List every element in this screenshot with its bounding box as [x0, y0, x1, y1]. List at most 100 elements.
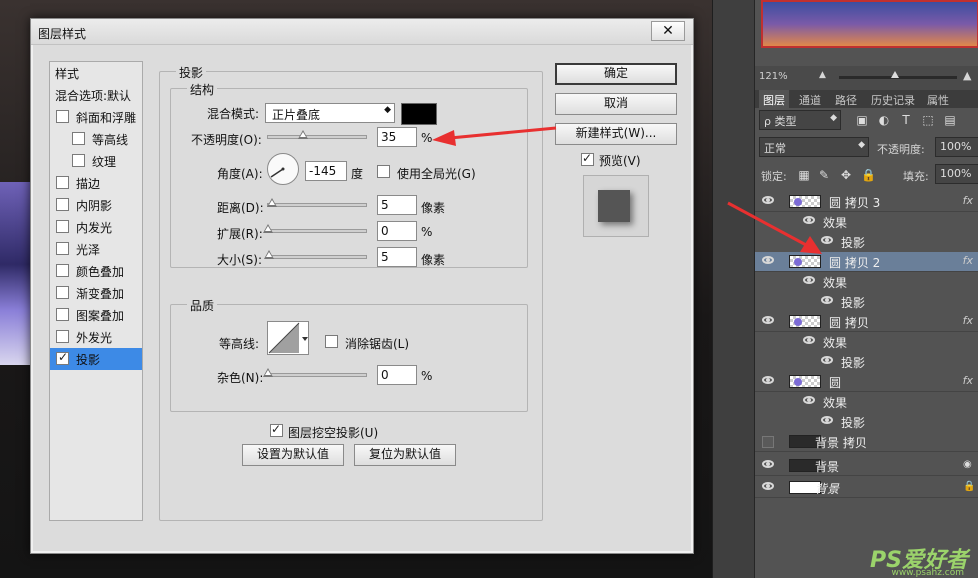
size-slider[interactable] — [264, 250, 367, 259]
layer-thumbnail[interactable] — [789, 315, 821, 328]
size-slider-thumb[interactable] — [264, 250, 274, 259]
eye-icon[interactable] — [762, 196, 774, 204]
shadow-color-swatch[interactable] — [401, 103, 437, 125]
eye-icon[interactable] — [762, 482, 774, 490]
style-item[interactable]: 光泽 — [50, 238, 142, 260]
layer-name[interactable]: 圆 拷贝 2 — [829, 254, 880, 271]
eye-icon[interactable] — [821, 416, 833, 424]
panel-tab[interactable]: 历史记录 — [867, 90, 919, 108]
lock-icon[interactable]: 🔒 — [963, 481, 975, 493]
panel-tab[interactable]: 属性 — [923, 90, 953, 108]
eye-icon[interactable] — [803, 276, 815, 284]
layer-thumbnail[interactable] — [789, 375, 821, 388]
style-item-checkbox[interactable] — [72, 154, 85, 167]
spread-slider-thumb[interactable] — [263, 224, 273, 233]
opacity-input[interactable]: 35 — [377, 127, 417, 147]
blend-mode-select[interactable]: 正片叠底 ◆ — [265, 103, 395, 123]
style-item[interactable]: 内发光 — [50, 216, 142, 238]
drop-shadow-effect-row[interactable]: 投影 — [755, 412, 978, 432]
eye-icon[interactable] — [762, 376, 774, 384]
style-item[interactable]: 等高线 — [50, 128, 142, 150]
style-item[interactable]: ✓ 投影 — [50, 348, 142, 370]
layer-row[interactable]: 圆 fx — [755, 372, 978, 392]
style-item[interactable]: 斜面和浮雕 — [50, 106, 142, 128]
layer-knockout-checkbox[interactable] — [270, 422, 283, 437]
eye-icon[interactable] — [762, 460, 774, 468]
dialog-titlebar[interactable]: 图层样式 ✕ — [31, 19, 693, 45]
layer-name[interactable]: 圆 拷贝 3 — [829, 194, 880, 211]
set-default-button[interactable]: 设置为默认值 — [242, 444, 344, 466]
style-item-checkbox[interactable] — [72, 132, 85, 145]
angle-dial[interactable] — [267, 153, 299, 185]
style-list-header[interactable]: 样式 — [50, 62, 142, 84]
antialias-checkbox[interactable] — [325, 335, 338, 348]
fx-icon[interactable]: fx — [963, 254, 973, 267]
zoom-value[interactable]: 121% — [759, 71, 788, 82]
lock-transparent-icon[interactable]: ▦ — [797, 168, 811, 182]
style-item-checkbox[interactable]: ✓ — [56, 350, 69, 365]
global-light-checkbox[interactable] — [377, 165, 390, 178]
zoom-slider-thumb[interactable] — [891, 71, 899, 78]
lock-position-icon[interactable]: ✥ — [839, 168, 853, 182]
layer-thumbnail[interactable] — [789, 255, 821, 268]
layer-row[interactable]: 背景 ◉ — [755, 456, 978, 476]
zoom-slider[interactable] — [839, 71, 957, 79]
noise-slider-thumb[interactable] — [263, 368, 273, 377]
smart-object-filter-icon[interactable]: ▤ — [943, 113, 957, 127]
angle-input[interactable]: -145 — [305, 161, 347, 181]
layer-name[interactable]: 圆 — [829, 374, 841, 391]
pixel-filter-icon[interactable]: ▣ — [855, 113, 869, 127]
distance-slider-thumb[interactable] — [267, 198, 277, 207]
style-item[interactable]: 图案叠加 — [50, 304, 142, 326]
adjustment-filter-icon[interactable]: ◐ — [877, 113, 891, 127]
effects-row[interactable]: 效果 — [755, 392, 978, 412]
layer-row[interactable]: 圆 拷贝 fx — [755, 312, 978, 332]
style-item-checkbox[interactable] — [56, 110, 69, 123]
eye-icon[interactable] — [803, 336, 815, 344]
effects-row[interactable]: 效果 — [755, 332, 978, 352]
drop-shadow-effect-row[interactable]: 投影 — [755, 232, 978, 252]
style-item[interactable]: 外发光 — [50, 326, 142, 348]
preview-checkbox[interactable] — [581, 151, 594, 166]
zoom-out-icon[interactable]: ▲ — [819, 70, 826, 80]
layer-filter-select[interactable]: ρ 类型 ◆ — [759, 110, 841, 130]
close-button[interactable]: ✕ — [651, 21, 685, 41]
style-item-checkbox[interactable] — [56, 242, 69, 255]
style-item-checkbox[interactable] — [56, 308, 69, 321]
layer-opacity-input[interactable]: 100% — [935, 137, 978, 157]
lock-pixels-icon[interactable]: ✎ — [817, 168, 831, 182]
fx-icon[interactable]: fx — [963, 194, 973, 207]
drop-shadow-effect-row[interactable]: 投影 — [755, 352, 978, 372]
style-item[interactable]: 纹理 — [50, 150, 142, 172]
noise-input[interactable]: 0 — [377, 365, 417, 385]
eye-icon[interactable] — [821, 236, 833, 244]
cancel-button[interactable]: 取消 — [555, 93, 677, 115]
panel-tab[interactable]: 通道 — [795, 90, 825, 108]
effects-row[interactable]: 效果 — [755, 272, 978, 292]
style-item-checkbox[interactable] — [56, 176, 69, 189]
effects-row[interactable]: 效果 — [755, 212, 978, 232]
drop-shadow-effect-row[interactable]: 投影 — [755, 292, 978, 312]
style-item-checkbox[interactable] — [56, 220, 69, 233]
panel-tab[interactable]: 路径 — [831, 90, 861, 108]
layer-name[interactable]: 圆 拷贝 — [829, 314, 869, 331]
reset-default-button[interactable]: 复位为默认值 — [354, 444, 456, 466]
layer-thumbnail[interactable] — [789, 195, 821, 208]
style-item-checkbox[interactable] — [56, 330, 69, 343]
layer-name[interactable]: 背景 — [815, 480, 839, 497]
fill-input[interactable]: 100% — [935, 164, 978, 184]
layer-row[interactable]: 背景 拷贝 — [755, 432, 978, 452]
eye-icon[interactable] — [762, 256, 774, 264]
spread-input[interactable]: 0 — [377, 221, 417, 241]
lock-all-icon[interactable]: 🔒 — [861, 168, 876, 182]
style-item[interactable]: 颜色叠加 — [50, 260, 142, 282]
style-item[interactable]: 渐变叠加 — [50, 282, 142, 304]
size-input[interactable]: 5 — [377, 247, 417, 267]
style-item-checkbox[interactable] — [56, 264, 69, 277]
fx-icon[interactable]: fx — [963, 374, 973, 387]
distance-slider[interactable] — [267, 198, 367, 207]
zoom-in-icon[interactable]: ▲ — [963, 69, 971, 82]
shape-filter-icon[interactable]: ⬚ — [921, 113, 935, 127]
layer-name[interactable]: 背景 — [815, 458, 839, 475]
panel-tab[interactable]: 图层 — [759, 90, 789, 108]
